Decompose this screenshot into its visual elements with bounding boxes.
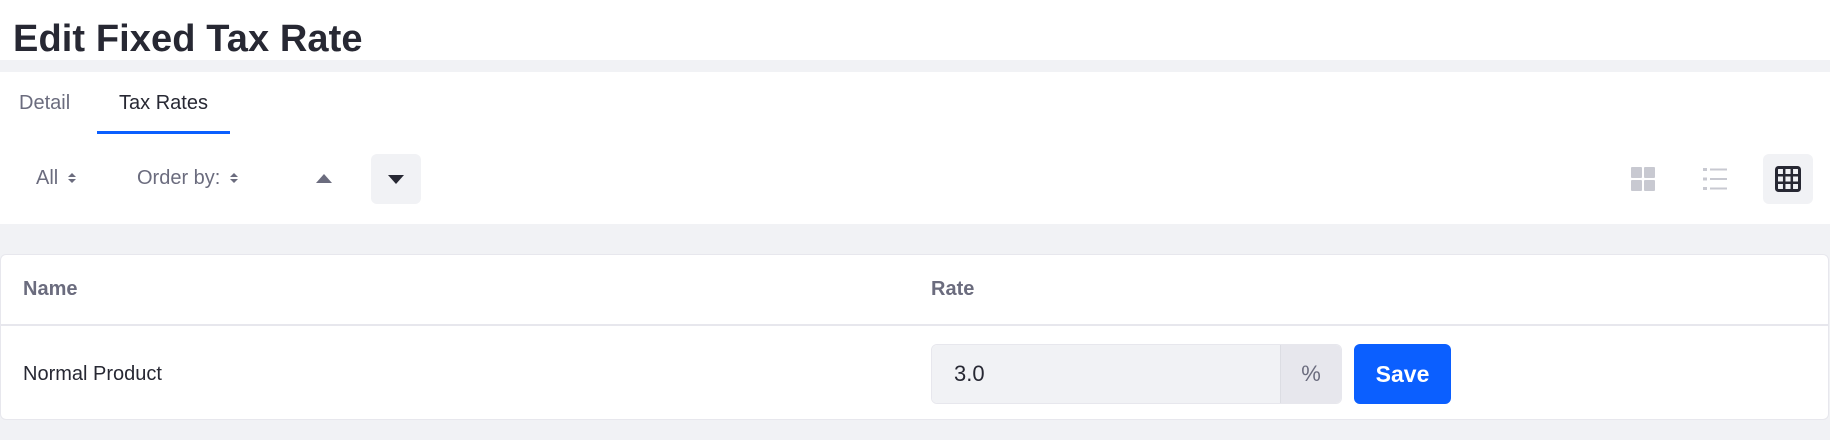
tab-detail[interactable]: Detail <box>19 72 70 134</box>
column-header-name: Name <box>23 278 78 300</box>
rate-input-group: % <box>931 344 1342 404</box>
percent-suffix: % <box>1280 345 1341 403</box>
filter-label: All <box>36 166 59 189</box>
page-title: Edit Fixed Tax Rate <box>13 18 363 60</box>
view-list-button[interactable] <box>1690 154 1740 204</box>
tax-rates-table: Name Rate Normal Product % Save <box>0 254 1829 420</box>
filter-dropdown[interactable]: All <box>36 152 77 204</box>
sort-descending-button[interactable] <box>371 154 421 204</box>
order-by-label: Order by: <box>137 166 221 189</box>
cards-icon <box>1631 167 1655 191</box>
management-toolbar-panel: Detail Tax Rates All Order by: <box>0 72 1830 224</box>
list-icon <box>1703 168 1727 190</box>
caret-double-icon <box>68 173 77 183</box>
page-header: Edit Fixed Tax Rate <box>0 0 1830 60</box>
header-separator <box>0 60 1830 72</box>
caret-down-icon <box>388 174 404 184</box>
save-button[interactable]: Save <box>1354 344 1451 404</box>
view-cards-button[interactable] <box>1618 154 1668 204</box>
column-header-rate: Rate <box>931 278 975 300</box>
table-icon <box>1775 166 1801 192</box>
caret-up-icon <box>316 173 332 183</box>
view-table-button[interactable] <box>1763 154 1813 204</box>
row-name-cell: Normal Product <box>23 363 162 385</box>
rate-input[interactable] <box>932 345 1280 403</box>
sort-ascending-button[interactable] <box>305 152 343 204</box>
header-divider <box>1 324 1828 326</box>
caret-double-icon <box>230 173 239 183</box>
tab-tax-rates[interactable]: Tax Rates <box>97 72 230 134</box>
order-by-dropdown[interactable]: Order by: <box>137 152 239 204</box>
